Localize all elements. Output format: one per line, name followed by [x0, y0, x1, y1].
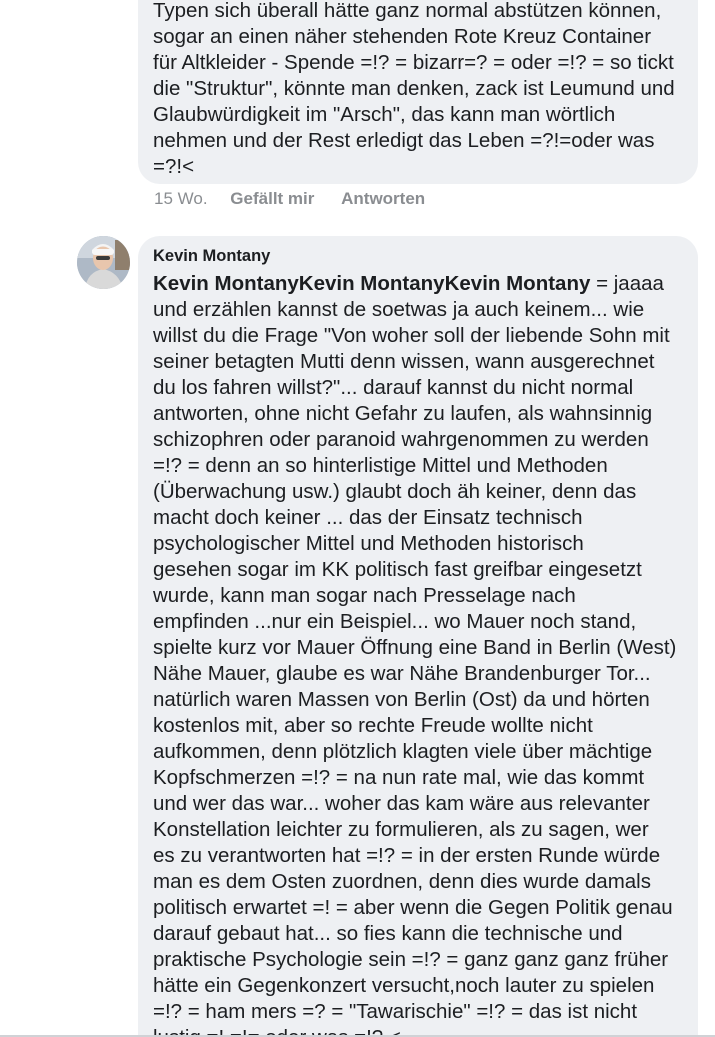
comment-text: Kevin MontanyKevin MontanyKevin Montany … — [153, 271, 698, 1037]
avatar-photo-icon — [77, 236, 130, 289]
comment-bubble: Typen sich überall hätte ganz normal abs… — [138, 0, 698, 184]
avatar[interactable] — [77, 236, 130, 289]
comment-mention[interactable]: Kevin MontanyKevin MontanyKevin Montany — [153, 272, 590, 295]
comment-text: Typen sich überall hätte ganz normal abs… — [153, 0, 675, 178]
comment-thread: Typen sich überall hätte ganz normal abs… — [0, 0, 715, 1037]
comment-author[interactable]: Kevin Montany — [153, 246, 698, 266]
comment-bubble: Kevin Montany Kevin MontanyKevin Montany… — [138, 236, 698, 1037]
like-button[interactable]: Gefällt mir — [230, 189, 314, 208]
comment-timestamp[interactable]: 15 Wo. — [154, 189, 208, 208]
comment-body: = jaaaa und erzählen kannst de soetwas j… — [153, 272, 677, 1037]
comment-actions: 15 Wo. Gefällt mir Antworten — [154, 188, 447, 210]
reply-button[interactable]: Antworten — [341, 189, 425, 208]
